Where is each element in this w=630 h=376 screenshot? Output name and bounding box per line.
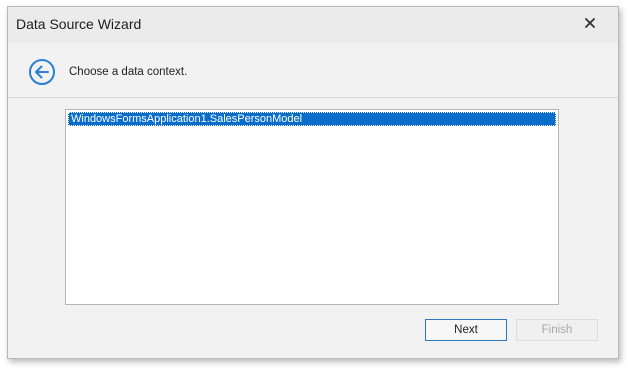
title-bar: Data Source Wizard [8,7,618,44]
step-description: Choose a data context. [69,66,188,78]
back-arrow-icon [29,59,55,85]
list-item-label: WindowsFormsApplication1.SalesPersonMode… [71,113,303,125]
back-button[interactable] [28,58,56,86]
wizard-header: Choose a data context. [8,43,618,98]
close-icon [585,18,595,28]
window-title: Data Source Wizard [16,16,142,32]
data-context-list[interactable]: WindowsFormsApplication1.SalesPersonMode… [65,109,559,305]
list-item[interactable]: WindowsFormsApplication1.SalesPersonMode… [68,112,556,126]
close-button[interactable] [582,15,598,31]
next-button[interactable]: Next [425,319,507,341]
wizard-window: Data Source Wizard Choose a data context… [7,6,619,359]
finish-button[interactable]: Finish [516,319,598,341]
